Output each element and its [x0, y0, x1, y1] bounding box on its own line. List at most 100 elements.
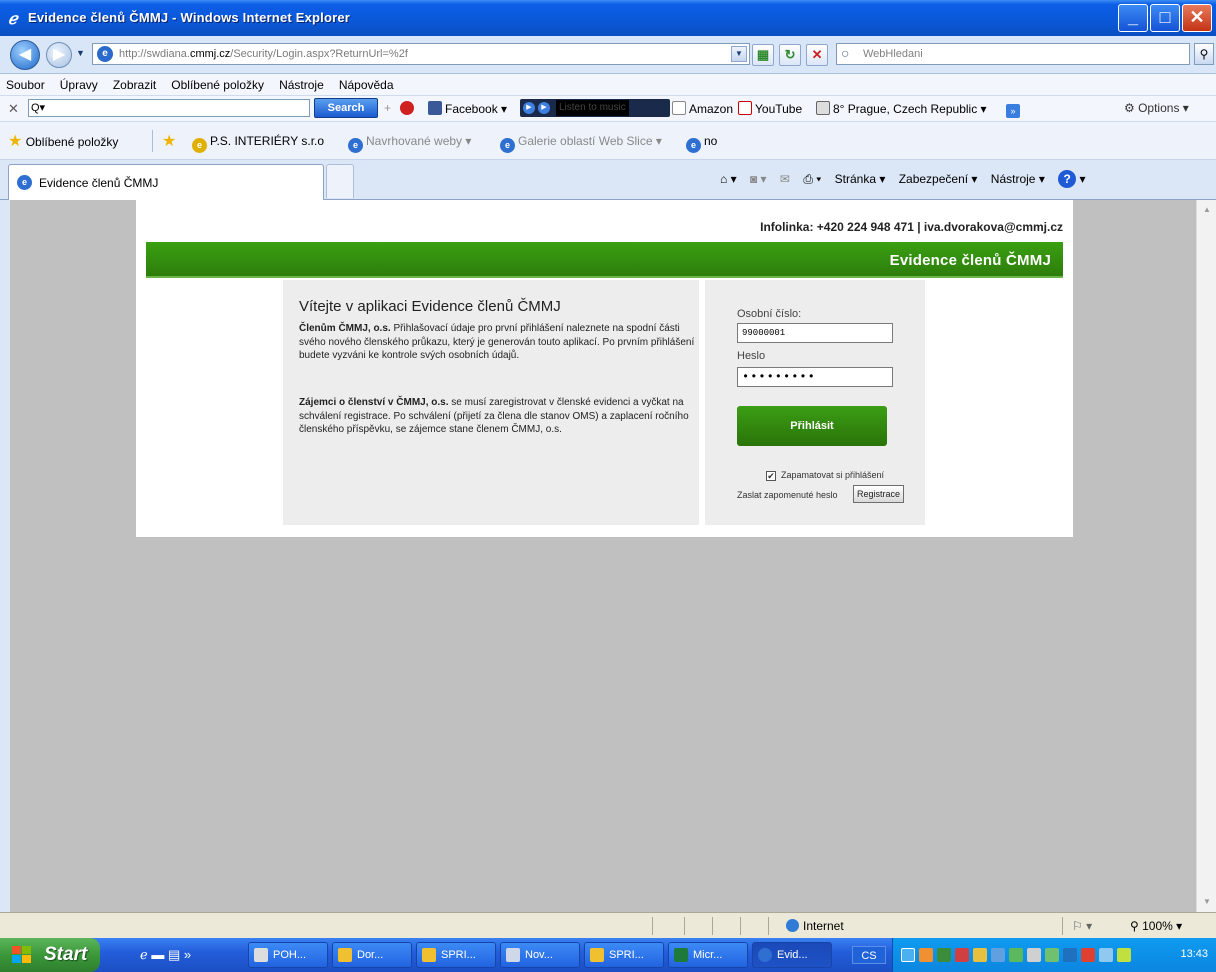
- stop-button[interactable]: ✕: [806, 44, 829, 66]
- add-favorite-button[interactable]: ★: [162, 131, 176, 151]
- network-icon[interactable]: [1099, 948, 1113, 962]
- minimize-button[interactable]: _: [1118, 4, 1148, 32]
- language-indicator[interactable]: CS: [852, 946, 886, 964]
- start-button[interactable]: Start: [0, 938, 100, 972]
- tray-app-icon[interactable]: [901, 948, 915, 962]
- volume-icon[interactable]: [1117, 948, 1131, 962]
- vertical-scrollbar[interactable]: ▲ ▼: [1196, 200, 1216, 912]
- suggested-sites-button[interactable]: e Navrhované weby ▾: [348, 134, 471, 153]
- address-toolbar: ◀ ▶ ▼ e http://swdiana.cmmj.cz/Security/…: [0, 36, 1216, 74]
- options-button[interactable]: ⚙ Options ▾: [1124, 101, 1189, 115]
- personal-number-label: Osobní číslo:: [737, 308, 802, 320]
- tray-app-icon[interactable]: [973, 948, 987, 962]
- address-bar[interactable]: e http://swdiana.cmmj.cz/Security/Login.…: [92, 43, 750, 65]
- system-clock[interactable]: 13:43: [1180, 948, 1208, 960]
- tray-app-icon[interactable]: [1063, 948, 1077, 962]
- addon-logo-icon[interactable]: [400, 101, 417, 116]
- forgot-password-link[interactable]: Zaslat zapomenuté heslo: [737, 490, 838, 500]
- scroll-down-icon[interactable]: ▼: [1199, 894, 1215, 910]
- weather-button[interactable]: 8° Prague, Czech Republic ▾: [816, 101, 987, 116]
- feeds-button[interactable]: ◙ ▾: [750, 172, 767, 186]
- close-button[interactable]: ✕: [1182, 4, 1212, 32]
- help-button[interactable]: ? ▾: [1058, 170, 1086, 188]
- remember-me-label: Zapamatovat si přihlášení: [781, 470, 885, 480]
- amazon-button[interactable]: Amazon: [672, 101, 733, 116]
- close-toolbar-icon[interactable]: ✕: [8, 101, 19, 117]
- tools-menu[interactable]: Nástroje ▾: [991, 172, 1045, 186]
- tray-app-icon[interactable]: [1009, 948, 1023, 962]
- security-menu[interactable]: Zabezpečení ▾: [899, 172, 978, 186]
- task-button-ie[interactable]: Evid...: [752, 942, 832, 968]
- maximize-button[interactable]: □: [1150, 4, 1180, 32]
- menu-item-edit[interactable]: Úpravy: [54, 74, 104, 92]
- password-input[interactable]: •••••••••: [737, 367, 893, 387]
- remember-me-checkbox[interactable]: ✔: [766, 471, 776, 481]
- facebook-button[interactable]: Facebook ▾: [428, 101, 507, 116]
- task-label: Dor...: [357, 949, 384, 961]
- tab-evidence[interactable]: e Evidence členů ČMMJ: [8, 164, 324, 200]
- scroll-up-icon[interactable]: ▲: [1199, 202, 1215, 218]
- search-go-button[interactable]: ⚲: [1194, 43, 1214, 65]
- print-button[interactable]: ⎙ ▾: [803, 172, 821, 187]
- task-button-3[interactable]: SPRI...: [416, 942, 496, 968]
- windows-logo-icon: [12, 946, 32, 964]
- task-label: Nov...: [525, 949, 553, 961]
- explorer-quicklaunch-icon[interactable]: ▤: [168, 947, 180, 962]
- toolbar-search-button[interactable]: Search: [314, 98, 378, 118]
- page-viewport: Infolinka: +420 224 948 471 | iva.dvorak…: [10, 200, 1196, 912]
- ie-quicklaunch-icon[interactable]: ℯ: [140, 947, 148, 962]
- desktop-quicklaunch-icon[interactable]: ▬: [151, 947, 164, 962]
- menu-item-help[interactable]: Nápověda: [333, 74, 400, 92]
- menu-item-favorites[interactable]: Oblíbené položky: [165, 74, 270, 92]
- menu-item-view[interactable]: Zobrazit: [107, 74, 162, 92]
- tray-app-icon[interactable]: [1081, 948, 1095, 962]
- protected-mode-icon[interactable]: ⚐ ▾: [1072, 919, 1092, 933]
- back-button[interactable]: ◀: [10, 40, 40, 70]
- tray-app-icon[interactable]: [1045, 948, 1059, 962]
- infoline-text: Infolinka: +420 224 948 471 | iva.dvorak…: [760, 220, 1063, 234]
- menu-item-tools[interactable]: Nástroje: [273, 74, 330, 92]
- task-button-5[interactable]: SPRI...: [584, 942, 664, 968]
- page-menu[interactable]: Stránka ▾: [835, 172, 886, 186]
- favorite-link-no[interactable]: e no: [686, 134, 717, 153]
- task-button-1[interactable]: POH...: [248, 942, 328, 968]
- web-search-input[interactable]: ○ WebHledani: [836, 43, 1190, 65]
- personal-number-input[interactable]: 99000001: [737, 323, 893, 343]
- favorite-link-interiery[interactable]: e P.S. INTERIÉRY s.r.o: [192, 134, 324, 153]
- refresh-button[interactable]: ↻: [779, 44, 802, 66]
- login-button[interactable]: Přihlásit: [737, 406, 887, 446]
- tray-app-icon[interactable]: [955, 948, 969, 962]
- read-mail-button[interactable]: ✉: [780, 172, 790, 186]
- task-button-2[interactable]: Dor...: [332, 942, 412, 968]
- tray-app-icon[interactable]: [937, 948, 951, 962]
- task-button-6[interactable]: Micr...: [668, 942, 748, 968]
- status-divider: [740, 917, 741, 935]
- new-tab-button[interactable]: [326, 164, 354, 198]
- task-button-4[interactable]: Nov...: [500, 942, 580, 968]
- zoom-control[interactable]: ⚲ 100% ▾: [1130, 919, 1182, 933]
- window-titlebar[interactable]: ℯ Evidence členů ČMMJ - Windows Internet…: [0, 0, 1216, 36]
- favorites-button[interactable]: ★ Oblíbené položky: [8, 131, 118, 151]
- home-button[interactable]: ⌂ ▾: [720, 172, 737, 186]
- web-slice-gallery-button[interactable]: e Galerie oblastí Web Slice ▾: [500, 134, 662, 153]
- security-zone[interactable]: Internet: [786, 919, 844, 933]
- youtube-button[interactable]: YouTube: [738, 101, 802, 116]
- history-dropdown-icon[interactable]: ▼: [76, 48, 85, 58]
- address-dropdown-icon[interactable]: ▼: [731, 46, 747, 62]
- menu-item-file[interactable]: Soubor: [0, 74, 51, 92]
- listen-to-music-button[interactable]: ▶ ▶ Listen to music: [520, 99, 670, 117]
- tray-app-icon[interactable]: [991, 948, 1005, 962]
- compatibility-view-button[interactable]: ▦: [752, 44, 774, 66]
- system-tray: 13:43: [892, 938, 1216, 972]
- quicklaunch-more-icon[interactable]: »: [184, 947, 191, 962]
- tray-app-icon[interactable]: [1027, 948, 1041, 962]
- more-chevron-icon[interactable]: »: [1006, 101, 1023, 118]
- toolbar-search-input[interactable]: Q▾: [28, 99, 310, 117]
- tray-app-icon[interactable]: [919, 948, 933, 962]
- members-paragraph-bold: Členům ČMMJ, o.s.: [299, 323, 391, 334]
- register-button[interactable]: Registrace: [853, 485, 905, 503]
- password-label: Heslo: [737, 350, 766, 362]
- address-url[interactable]: http://swdiana.cmmj.cz/Security/Login.as…: [119, 48, 408, 60]
- forward-button[interactable]: ▶: [46, 42, 72, 68]
- app-icon: [254, 948, 268, 962]
